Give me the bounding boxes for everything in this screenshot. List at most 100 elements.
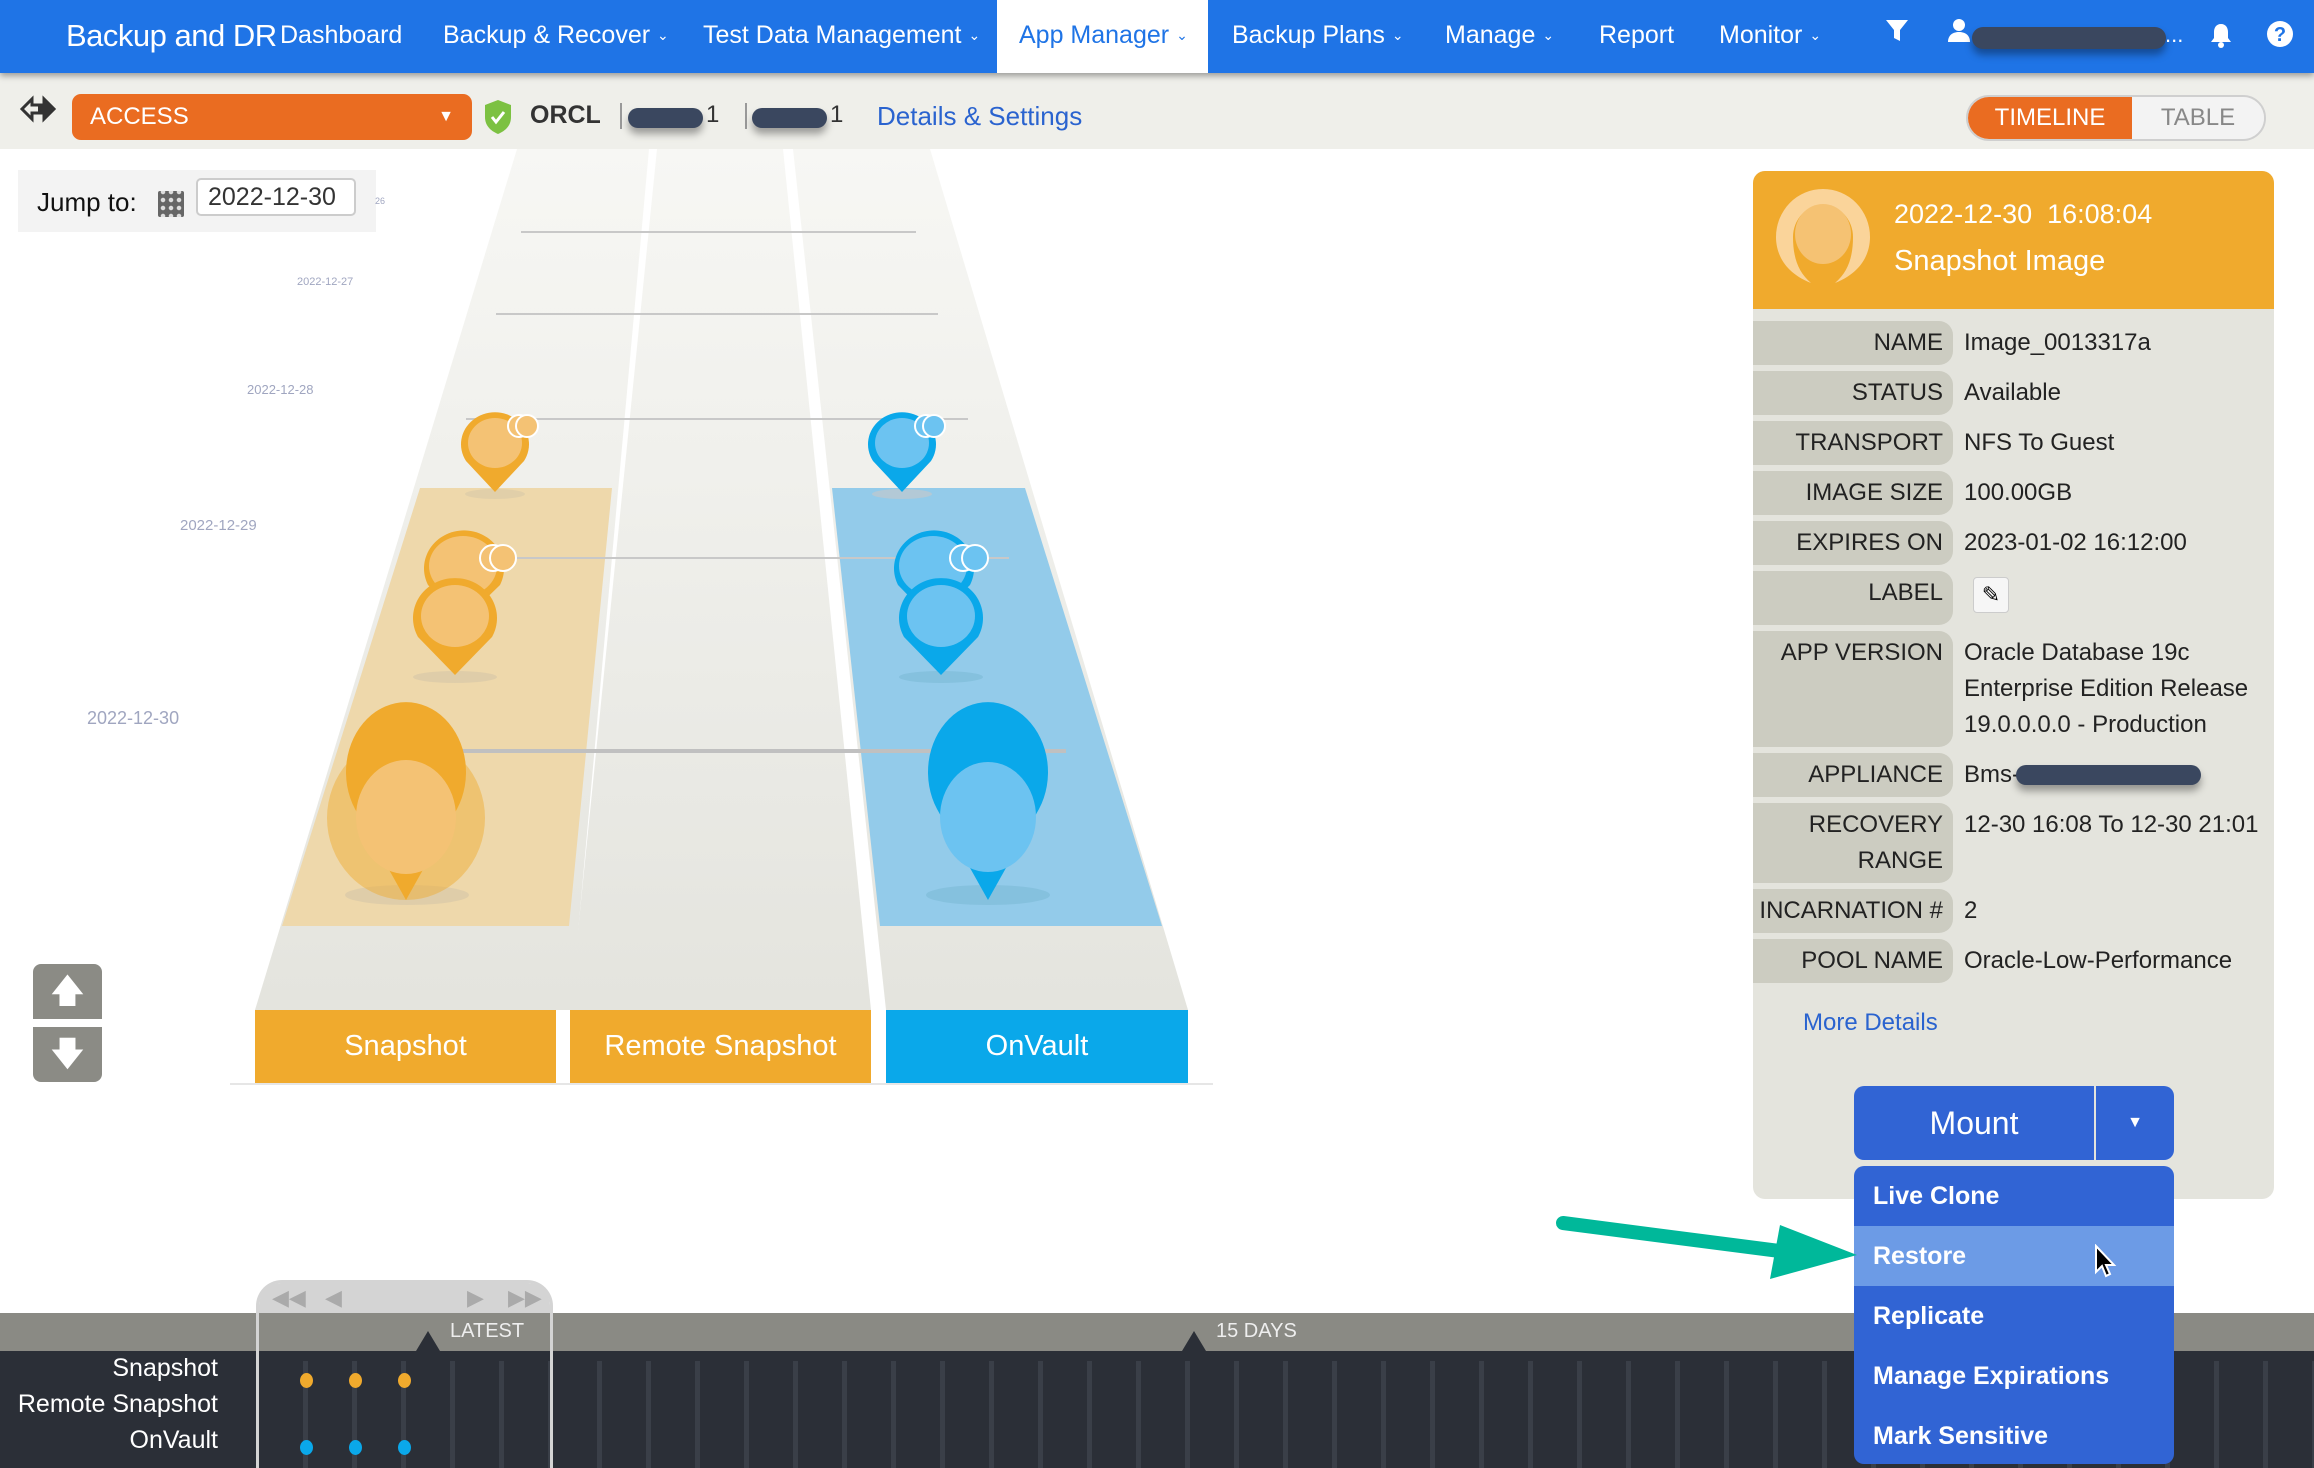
filter-icon[interactable] (1885, 18, 1909, 51)
nav-label: Test Data Management (703, 21, 962, 49)
nav-dashboard[interactable]: Dashboard (258, 0, 424, 73)
separator (745, 103, 747, 129)
detail-key: EXPIRES ON (1753, 521, 1953, 565)
host-suffix: 1 (830, 101, 844, 128)
bell-icon[interactable] (2210, 22, 2232, 55)
detail-row-image-size: IMAGE SIZE 100.00GB (1753, 471, 2274, 515)
detail-value: Image_0013317a (1964, 329, 2151, 356)
nav-label: Report (1599, 21, 1675, 49)
table-view-button[interactable]: TABLE (2132, 97, 2264, 139)
view-toggle: TIMELINE TABLE (1966, 95, 2266, 141)
rewind-button[interactable]: ◀ (325, 1285, 342, 1311)
column-label-remote-snapshot[interactable]: Remote Snapshot (570, 1010, 871, 1083)
detail-row-appliance: APPLIANCE Bms- (1753, 753, 2274, 797)
detail-key: STATUS (1753, 371, 1953, 415)
nav-backup-plans[interactable]: Backup Plans ⌄ (1210, 0, 1426, 73)
nav-app-manager[interactable]: App Manager ⌄ (997, 0, 1208, 73)
mount-options-toggle[interactable]: ▼ (2096, 1086, 2174, 1160)
app-select-value: ACCESS (90, 103, 189, 130)
column-label-snapshot[interactable]: Snapshot (255, 1010, 556, 1083)
help-icon[interactable]: ? (2266, 20, 2294, 55)
shield-check-icon (484, 99, 512, 135)
timeline-tick (1479, 1361, 1484, 1468)
forward-fast-button[interactable]: ▶▶ (508, 1285, 542, 1311)
jump-to-date-input[interactable]: 2022-12-30 (196, 178, 356, 216)
menu-item-restore[interactable]: Restore (1854, 1226, 2174, 1286)
stack-badge-icon (507, 414, 539, 438)
mount-button[interactable]: Mount (1854, 1086, 2094, 1160)
top-nav: Backup and DR Dashboard Backup & Recover… (0, 0, 2314, 73)
fifteen-days-label: 15 DAYS (1216, 1320, 1297, 1342)
swap-arrows-icon[interactable] (18, 93, 58, 134)
detail-value: 2 (1964, 897, 1978, 924)
timeline-tick (1038, 1361, 1043, 1468)
pencil-icon: ✎ (1981, 582, 2001, 607)
timeline-tick (940, 1361, 945, 1468)
chevron-down-icon: ⌄ (1176, 27, 1188, 43)
edit-label-button[interactable]: ✎ (1973, 577, 2009, 613)
nav-test-data-management[interactable]: Test Data Management ⌄ (681, 0, 1002, 73)
detail-row-expires-on: EXPIRES ON 2023-01-02 16:12:00 (1753, 521, 2274, 565)
separator (620, 103, 622, 129)
detail-row-status: STATUS Available (1753, 371, 2274, 415)
timeline-view-button[interactable]: TIMELINE (1968, 97, 2132, 139)
nav-backup-recover[interactable]: Backup & Recover ⌄ (421, 0, 691, 73)
timeline-tick (1675, 1361, 1680, 1468)
detail-value: NFS To Guest (1964, 429, 2115, 456)
fifteen-days-marker (1182, 1331, 1206, 1351)
forward-button[interactable]: ▶ (467, 1285, 484, 1311)
app-select-dropdown[interactable]: ACCESS ▼ (72, 94, 472, 140)
detail-key: APPLIANCE (1753, 753, 1953, 797)
detail-key: IMAGE SIZE (1753, 471, 1953, 515)
detail-value: 2023-01-02 16:12:00 (1964, 529, 2187, 556)
nav-report[interactable]: Report (1577, 0, 1696, 73)
timeline-tick (1822, 1361, 1827, 1468)
detail-value: 100.00GB (1964, 479, 2073, 506)
detail-value: Oracle Database 19c Enterprise Edition R… (1964, 639, 2249, 738)
user-icon[interactable] (1948, 18, 1970, 49)
stack-badge-icon (914, 414, 946, 438)
calendar-icon[interactable] (158, 191, 184, 217)
image-type: Snapshot Image (1894, 245, 2106, 277)
redacted-username (1972, 27, 2166, 49)
detail-row-incarnation: INCARNATION # 2 (1753, 889, 2274, 933)
timeline-row-label: Remote Snapshot (17, 1390, 218, 1418)
stack-badge-icon (949, 544, 989, 572)
menu-item-live-clone[interactable]: Live Clone (1854, 1166, 2174, 1226)
timeline-tick (1283, 1361, 1288, 1468)
brand-title: Backup and DR (66, 18, 277, 53)
menu-item-mark-sensitive[interactable]: Mark Sensitive (1854, 1406, 2174, 1464)
arrow-up-icon: 🡅 (50, 972, 85, 1010)
svg-text:?: ? (2274, 24, 2286, 46)
detail-row-pool-name: POOL NAME Oracle-Low-Performance (1753, 939, 2274, 983)
detail-value: Bms- (1964, 761, 2020, 788)
scroll-down-button[interactable]: 🡇 (33, 1027, 102, 1082)
timeline-tick (1136, 1361, 1141, 1468)
nav-label: App Manager (1019, 21, 1170, 49)
rewind-fast-button[interactable]: ◀◀ (272, 1285, 306, 1311)
mount-dropdown-menu: Live Clone Restore Replicate Manage Expi… (1854, 1166, 2174, 1464)
stack-badge-icon (479, 544, 517, 572)
chevron-down-icon: ⌄ (1542, 27, 1555, 43)
nav-monitor[interactable]: Monitor ⌄ (1697, 0, 1843, 73)
timeline-tick (2263, 1361, 2268, 1468)
arrow-down-icon: 🡇 (50, 1035, 85, 1073)
caret-down-icon: ▼ (438, 108, 454, 125)
user-menu-ellipsis[interactable]: ... (2165, 22, 2183, 48)
scroll-up-button[interactable]: 🡅 (33, 964, 102, 1019)
nav-label: Manage (1445, 21, 1536, 49)
column-label-onvault[interactable]: OnVault (886, 1010, 1188, 1083)
nav-label: Dashboard (280, 21, 403, 49)
panel-header: 2022-12-30 16:08:04 Snapshot Image (1753, 171, 2274, 309)
details-settings-link[interactable]: Details & Settings (877, 101, 1082, 132)
detail-key: RECOVERY RANGE (1753, 803, 1953, 883)
jump-to-box: Jump to: 2022-12-30 (18, 170, 376, 232)
timeline-tick (2214, 1361, 2219, 1468)
menu-item-replicate[interactable]: Replicate (1854, 1286, 2174, 1346)
more-details-link[interactable]: More Details (1803, 1009, 1938, 1037)
redacted-appliance (2016, 765, 2201, 785)
annotation-arrow-icon (1556, 1216, 1857, 1279)
menu-item-manage-expirations[interactable]: Manage Expirations (1854, 1346, 2174, 1406)
timeline-tick (989, 1361, 994, 1468)
nav-manage[interactable]: Manage ⌄ (1423, 0, 1576, 73)
